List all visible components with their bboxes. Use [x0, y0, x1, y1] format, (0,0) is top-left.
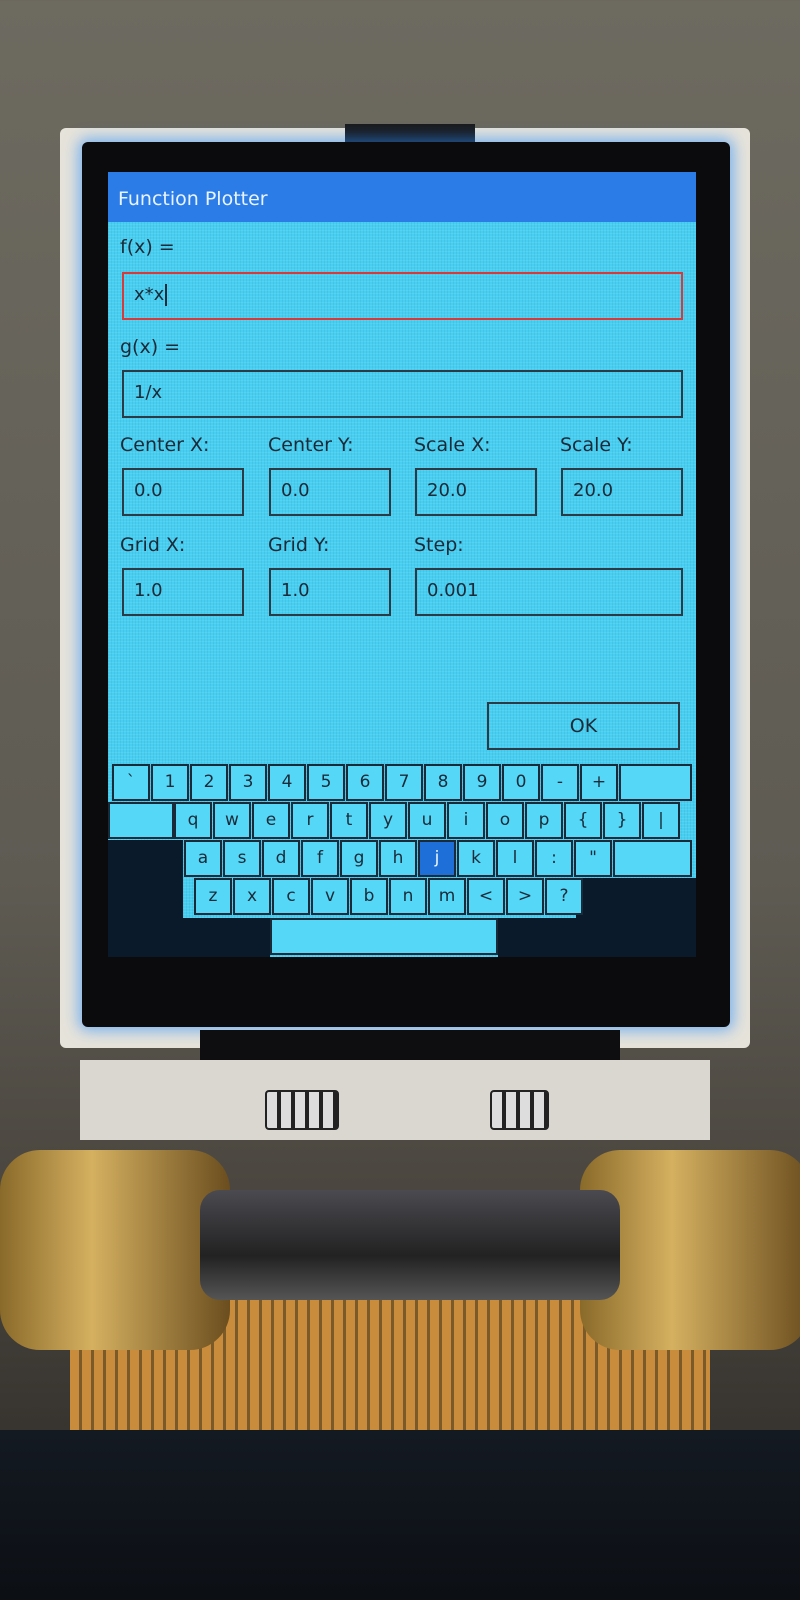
key-y[interactable]: y: [369, 802, 407, 839]
key-x[interactable]: x: [233, 878, 271, 915]
fx-input[interactable]: x*x: [122, 272, 683, 320]
key-4[interactable]: 4: [268, 764, 306, 801]
key-greater-than[interactable]: >: [506, 878, 544, 915]
grid-y-label: Grid Y:: [268, 534, 330, 556]
key-backtick[interactable]: `: [112, 764, 150, 801]
key-backspace[interactable]: [619, 764, 692, 801]
key-0[interactable]: 0: [502, 764, 540, 801]
center-x-input[interactable]: 0.0: [122, 468, 244, 516]
key-7[interactable]: 7: [385, 764, 423, 801]
key-left-brace[interactable]: {: [564, 802, 602, 839]
key-i[interactable]: i: [447, 802, 485, 839]
key-tab[interactable]: [108, 802, 174, 839]
table-surface: [0, 1430, 800, 1600]
key-t[interactable]: t: [330, 802, 368, 839]
key-w[interactable]: w: [213, 802, 251, 839]
key-o[interactable]: o: [486, 802, 524, 839]
grid-x-label: Grid X:: [120, 534, 186, 556]
key-a[interactable]: a: [184, 840, 222, 877]
pcb-board: [80, 1060, 710, 1140]
key-s[interactable]: s: [223, 840, 261, 877]
fx-label: f(x) =: [120, 236, 175, 258]
key-8[interactable]: 8: [424, 764, 462, 801]
scale-y-label: Scale Y:: [560, 434, 633, 456]
pin-header-right: [490, 1090, 549, 1130]
key-right-brace[interactable]: }: [603, 802, 641, 839]
grid-x-input[interactable]: 1.0: [122, 568, 244, 616]
key-3[interactable]: 3: [229, 764, 267, 801]
key-6[interactable]: 6: [346, 764, 384, 801]
key-u[interactable]: u: [408, 802, 446, 839]
key-enter[interactable]: [613, 840, 692, 877]
key-q[interactable]: q: [174, 802, 212, 839]
keyboard-gap-bottom-right: [498, 918, 696, 957]
key-p[interactable]: p: [525, 802, 563, 839]
key-n[interactable]: n: [389, 878, 427, 915]
key-9[interactable]: 9: [463, 764, 501, 801]
key-v[interactable]: v: [311, 878, 349, 915]
key-f[interactable]: f: [301, 840, 339, 877]
ok-button[interactable]: OK: [487, 702, 680, 750]
fx-value: x*x: [134, 284, 165, 305]
scale-y-input[interactable]: 20.0: [561, 468, 683, 516]
key-question[interactable]: ?: [545, 878, 583, 915]
key-quote[interactable]: ": [574, 840, 612, 877]
step-label: Step:: [414, 534, 464, 556]
key-less-than[interactable]: <: [467, 878, 505, 915]
grid-y-input[interactable]: 1.0: [269, 568, 391, 616]
key-pipe[interactable]: |: [642, 802, 680, 839]
key-z[interactable]: z: [194, 878, 232, 915]
key-r[interactable]: r: [291, 802, 329, 839]
key-minus[interactable]: -: [541, 764, 579, 801]
key-h[interactable]: h: [379, 840, 417, 877]
key-1[interactable]: 1: [151, 764, 189, 801]
key-colon[interactable]: :: [535, 840, 573, 877]
key-space[interactable]: [270, 918, 498, 955]
key-5[interactable]: 5: [307, 764, 345, 801]
center-y-input[interactable]: 0.0: [269, 468, 391, 516]
key-m[interactable]: m: [428, 878, 466, 915]
motor-left: [0, 1150, 230, 1350]
key-l[interactable]: l: [496, 840, 534, 877]
lcd-screen: Function Plotter f(x) = x*x g(x) = 1/x C…: [108, 172, 696, 957]
center-y-label: Center Y:: [268, 434, 354, 456]
key-j[interactable]: j: [418, 840, 456, 877]
scale-x-label: Scale X:: [414, 434, 491, 456]
motor-assembly: [200, 1190, 620, 1300]
center-x-label: Center X:: [120, 434, 210, 456]
gx-input[interactable]: 1/x: [122, 370, 683, 418]
key-b[interactable]: b: [350, 878, 388, 915]
text-caret: [165, 284, 168, 306]
window-title: Function Plotter: [108, 172, 696, 222]
keyboard-gap-bottom-left: [108, 918, 270, 957]
key-k[interactable]: k: [457, 840, 495, 877]
key-e[interactable]: e: [252, 802, 290, 839]
scale-x-input[interactable]: 20.0: [415, 468, 537, 516]
pin-header-left: [265, 1090, 339, 1130]
key-d[interactable]: d: [262, 840, 300, 877]
key-c[interactable]: c: [272, 878, 310, 915]
key-g[interactable]: g: [340, 840, 378, 877]
step-input[interactable]: 0.001: [415, 568, 683, 616]
key-plus[interactable]: +: [580, 764, 618, 801]
key-2[interactable]: 2: [190, 764, 228, 801]
gx-label: g(x) =: [120, 336, 181, 358]
